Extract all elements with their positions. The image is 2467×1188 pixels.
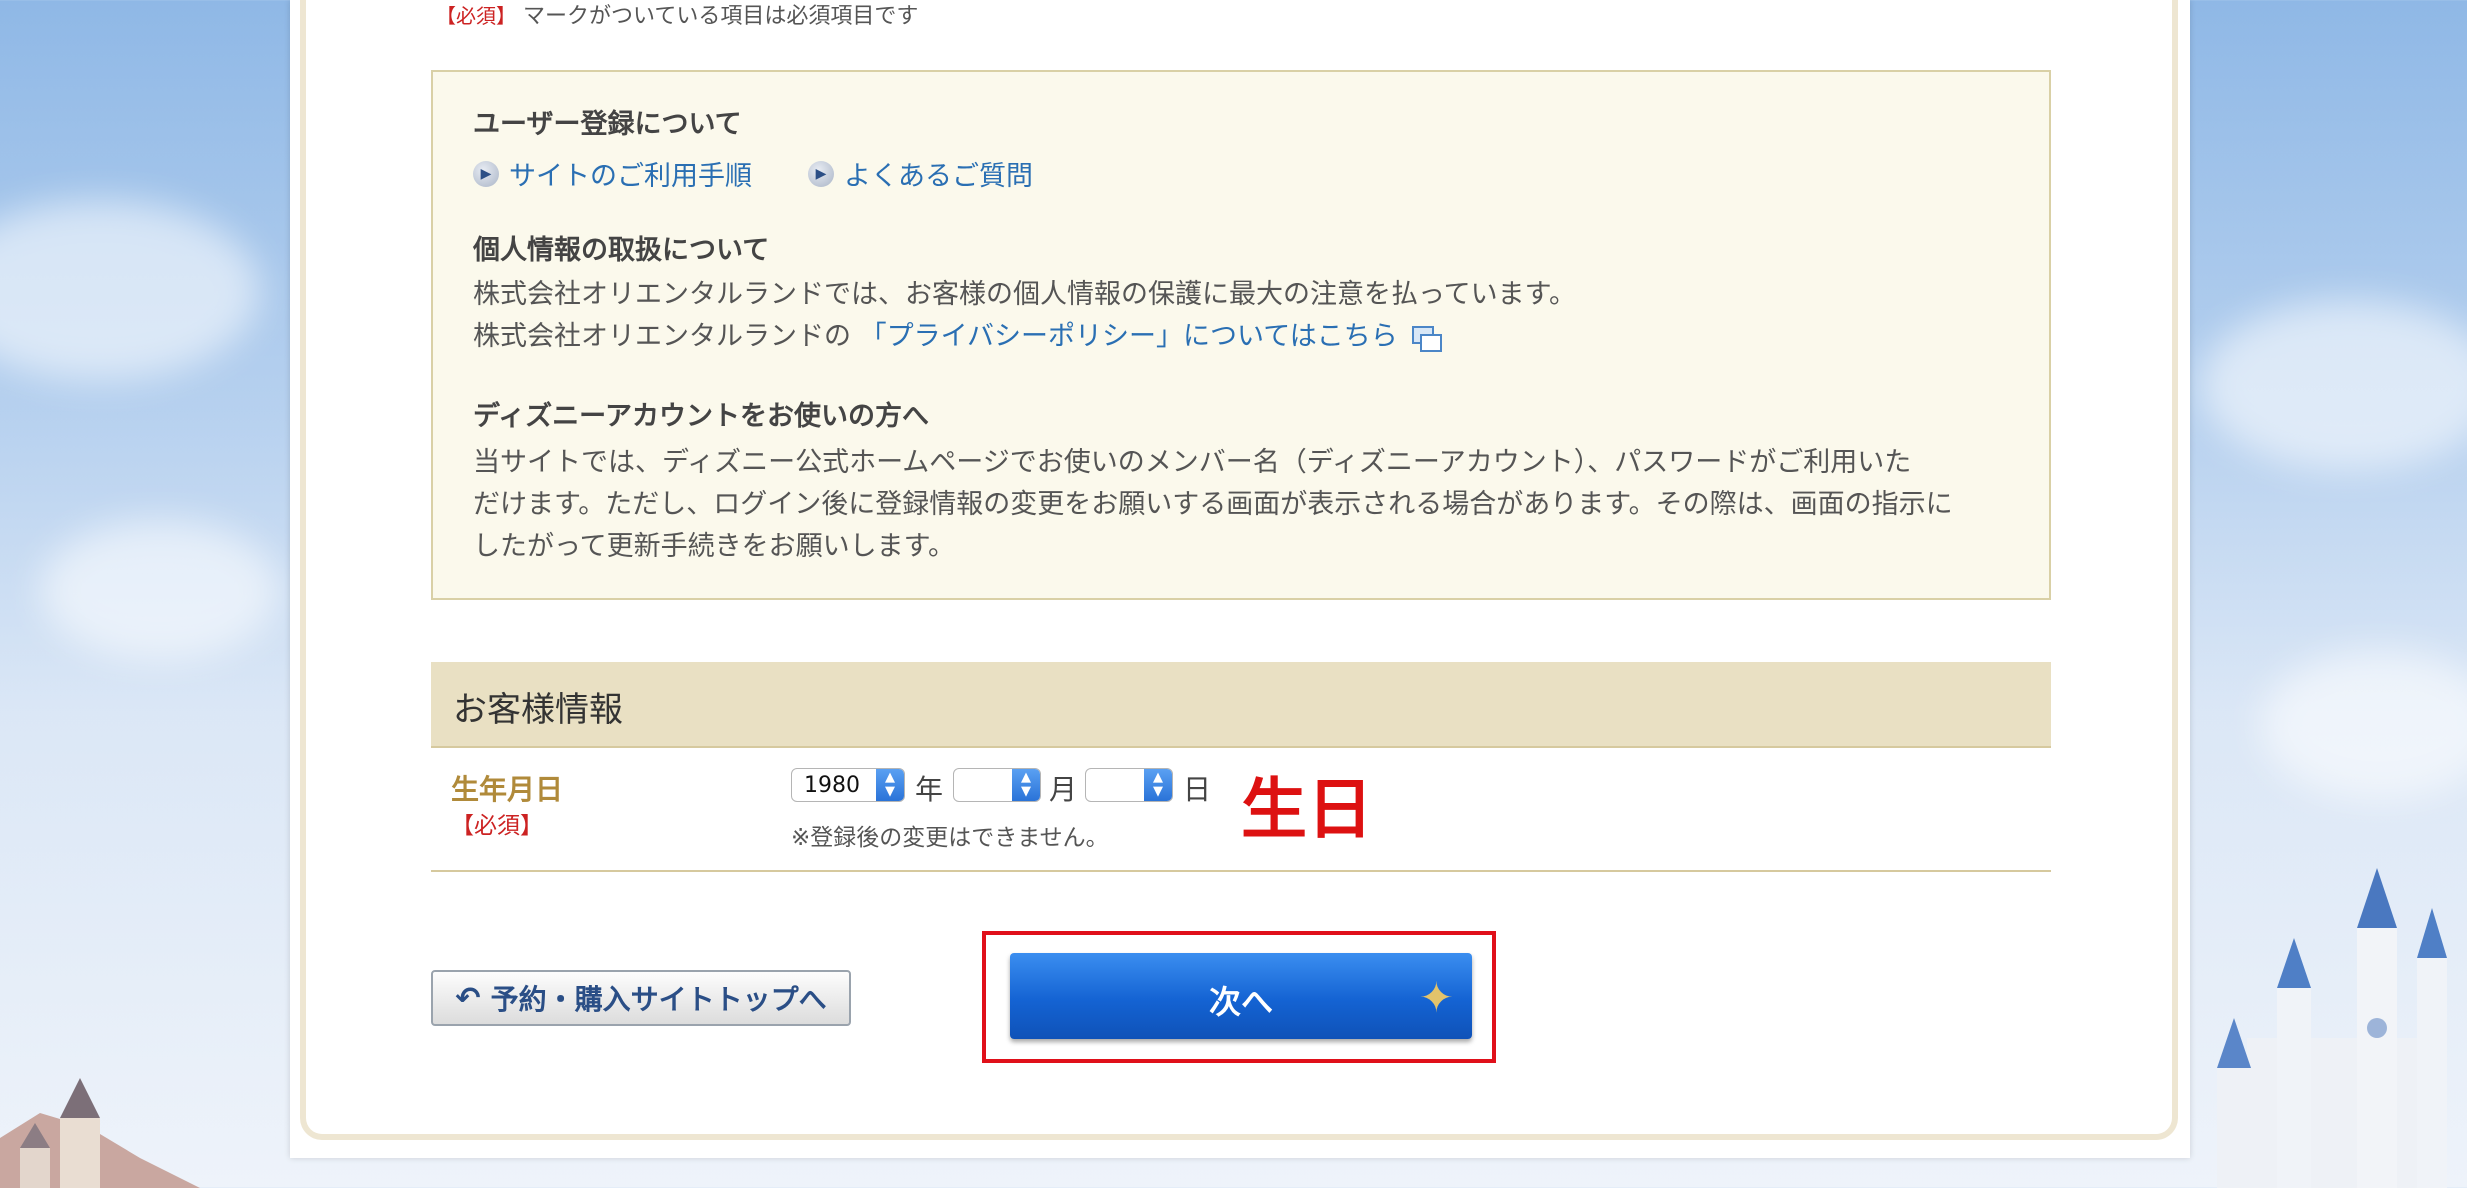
back-button-label: 予約・購入サイトトップへ — [490, 983, 827, 1016]
birthday-annotation: 生日 — [1241, 771, 1373, 848]
chevron-updown-icon: ▲ ▼ — [1012, 769, 1040, 801]
background-cloud — [40, 520, 280, 660]
day-unit: 日 — [1183, 773, 1212, 806]
birthday-label: 生年月日 — [451, 773, 564, 806]
background-cloud — [2200, 300, 2467, 470]
new-window-icon — [1411, 325, 1442, 352]
link-site-usage-label: サイトのご利用手順 — [509, 161, 752, 192]
required-note-text: マークがついている項目は必須項目です — [523, 4, 919, 29]
privacy-line-2-prefix: 株式会社オリエンタルランドの — [473, 321, 851, 352]
background-cloud — [2260, 650, 2467, 800]
birth-year-value: 1980 — [804, 773, 860, 798]
birth-year-select[interactable]: 1980 ▲ ▼ — [791, 768, 905, 802]
birthday-note: ※登録後の変更はできません。 — [791, 825, 1109, 851]
privacy-heading: 個人情報の取扱について — [473, 235, 770, 266]
customer-info-section-header: お客様情報 — [431, 662, 2051, 748]
chevron-updown-icon: ▲ ▼ — [1144, 769, 1172, 801]
user-registration-heading: ユーザー登録について — [473, 109, 742, 140]
disney-line-2: だけます。ただし、ログイン後に登録情報の変更をお願いする画面が表示される場合があ… — [473, 489, 1953, 520]
arrow-circle-icon: ▶ — [473, 160, 499, 187]
required-badge: 【必須】 — [451, 813, 543, 839]
year-unit: 年 — [915, 773, 944, 806]
undo-arrow-icon: ↶ — [455, 980, 481, 1016]
required-mark: 【必須】 — [436, 4, 516, 28]
privacy-policy-link[interactable]: 「プライバシーポリシー」についてはこちら — [860, 321, 1398, 352]
birthday-row: 生年月日 【必須】 1980 ▲ ▼ 年 ▲ ▼ 月 ▲ ▼ 日 ※登録後の変更はでき… — [431, 748, 2051, 872]
required-fields-note: 【必須】 マークがついている項目は必須項目です — [436, 0, 918, 30]
sparkle-icon: ✦ — [1418, 973, 1454, 1022]
link-faq[interactable]: ▶ よくあるご質問 — [808, 154, 1033, 193]
privacy-line-1: 株式会社オリエンタルランドでは、お客様の個人情報の保護に最大の注意を払っています… — [473, 279, 1576, 310]
birth-month-select[interactable]: ▲ ▼ — [953, 768, 1041, 802]
privacy-line-2: 株式会社オリエンタルランドの 「プライバシーポリシー」についてはこちら — [473, 316, 1576, 358]
castle-left-image — [0, 1078, 200, 1188]
next-button[interactable]: 次へ ✦ — [1010, 953, 1472, 1039]
disney-account-heading: ディズニーアカウントをお使いの方へ — [473, 401, 930, 432]
castle-right-image — [2217, 868, 2447, 1188]
next-button-label: 次へ — [1208, 983, 1273, 1021]
info-box: ユーザー登録について ▶ サイトのご利用手順 ▶ よくあるご質問 個人情報の取扱… — [431, 70, 2051, 600]
disney-line-3: したがって更新手続きをお願いします。 — [473, 531, 955, 562]
disney-account-text: 当サイトでは、ディズニー公式ホームページでお使いのメンバー名（ディズニーアカウン… — [473, 442, 1953, 568]
birth-day-select[interactable]: ▲ ▼ — [1085, 768, 1173, 802]
chevron-updown-icon: ▲ ▼ — [876, 769, 904, 801]
link-faq-label: よくあるご質問 — [844, 161, 1033, 192]
month-unit: 月 — [1049, 773, 1078, 806]
back-to-top-button[interactable]: ↶ 予約・購入サイトトップへ — [431, 970, 851, 1026]
link-site-usage[interactable]: ▶ サイトのご利用手順 — [473, 154, 752, 193]
privacy-text: 株式会社オリエンタルランドでは、お客様の個人情報の保護に最大の注意を払っています… — [473, 274, 1576, 358]
background-cloud — [0, 200, 260, 380]
disney-line-1: 当サイトでは、ディズニー公式ホームページでお使いのメンバー名（ディズニーアカウン… — [473, 447, 1912, 478]
arrow-circle-icon: ▶ — [808, 160, 834, 187]
section-title: お客様情報 — [453, 690, 623, 730]
